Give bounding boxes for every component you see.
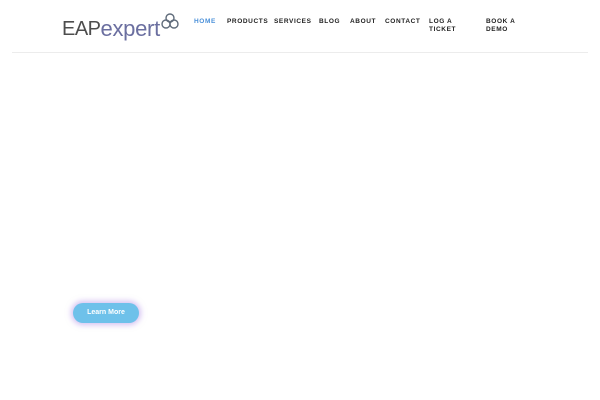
page: EAP expert HOME PRODUCTS SERVICES BLOG A… (0, 0, 600, 400)
nav-item-book-a-demo[interactable]: BOOK A DEMO (486, 18, 526, 34)
header-divider (12, 52, 588, 53)
nav-item-log-a-ticket[interactable]: LOG A TICKET (429, 18, 469, 34)
nav-item-contact[interactable]: CONTACT (385, 18, 421, 26)
nav-item-blog[interactable]: BLOG (319, 18, 340, 26)
learn-more-button[interactable]: Learn More (73, 303, 139, 323)
site-header: EAP expert HOME PRODUCTS SERVICES BLOG A… (0, 0, 600, 52)
nav-item-products[interactable]: PRODUCTS (227, 18, 268, 26)
main-nav: HOME PRODUCTS SERVICES BLOG ABOUT CONTAC… (0, 0, 600, 52)
nav-item-services[interactable]: SERVICES (274, 18, 312, 26)
nav-item-about[interactable]: ABOUT (350, 18, 376, 26)
nav-item-home[interactable]: HOME (194, 18, 216, 26)
